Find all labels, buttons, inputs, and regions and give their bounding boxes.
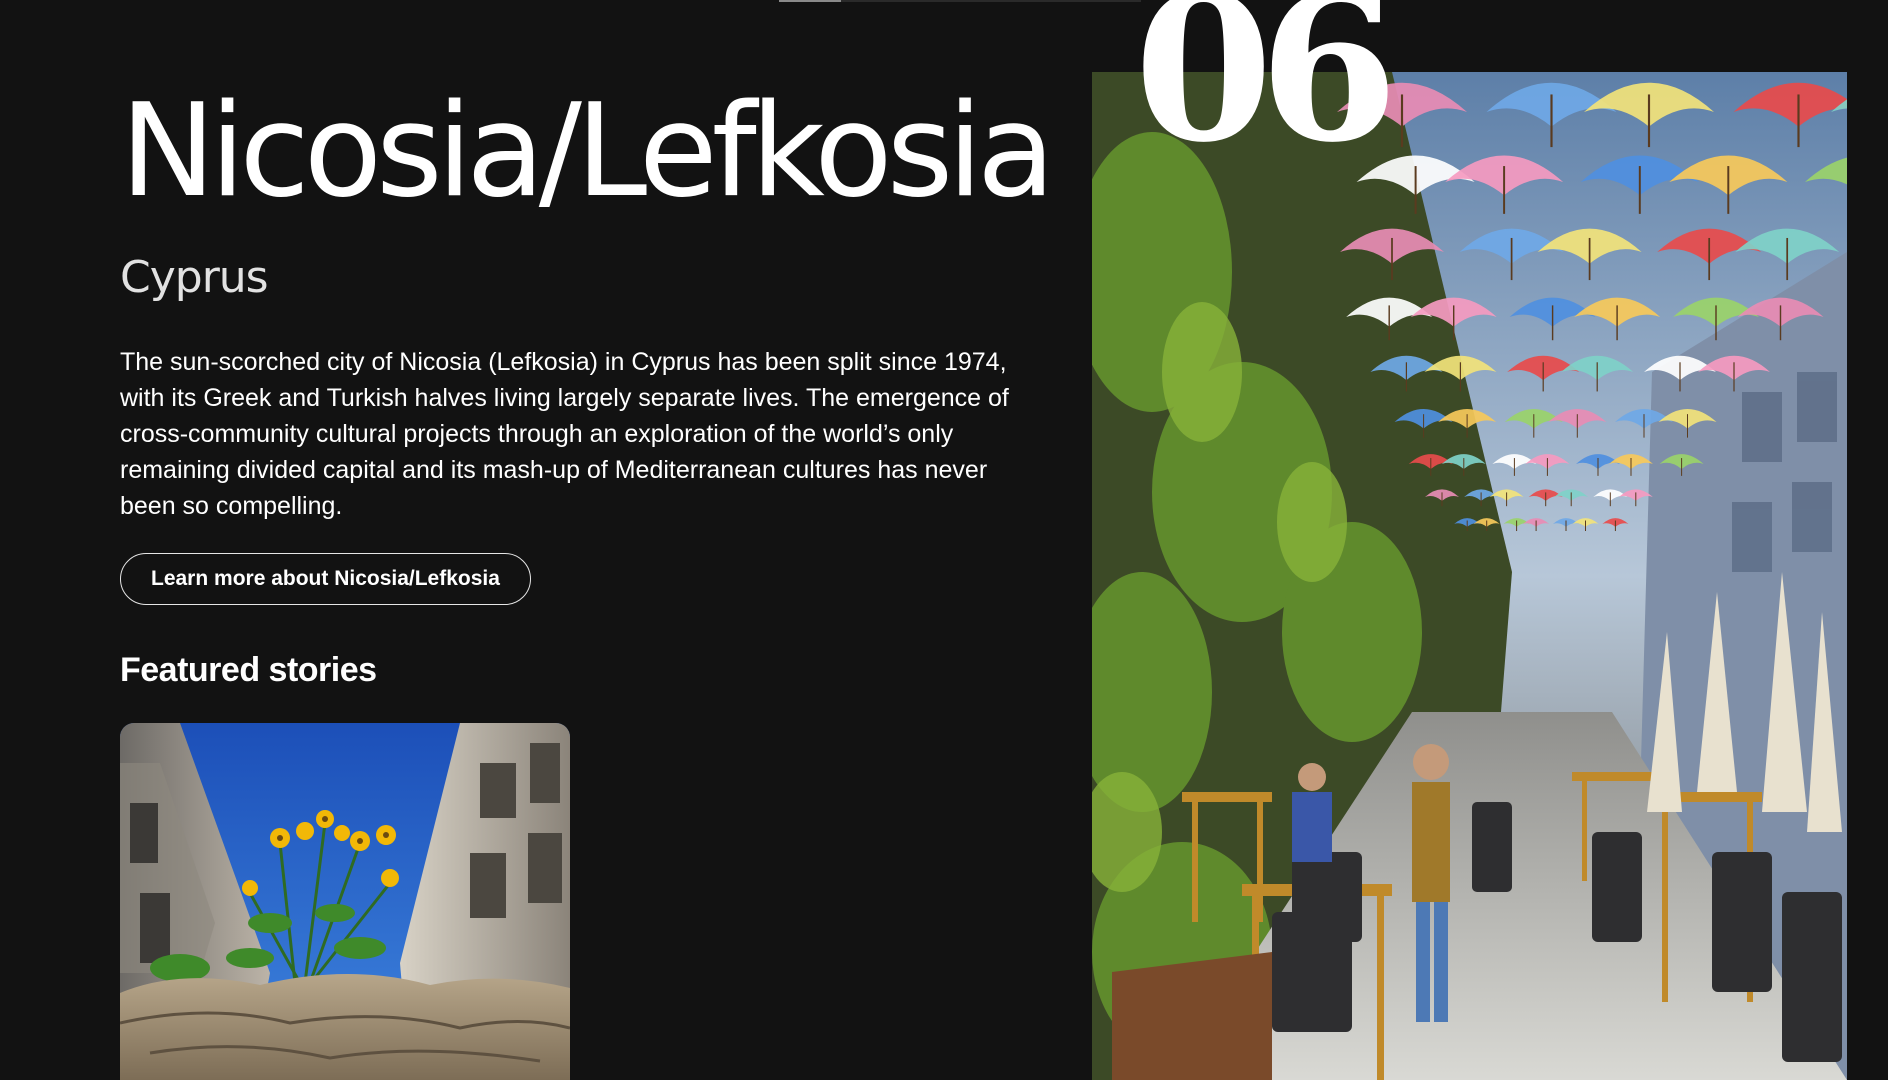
featured-stories-heading: Featured stories bbox=[120, 651, 377, 689]
destination-description: The sun-scorched city of Nicosia (Lefkos… bbox=[120, 348, 1009, 520]
destination-hero-image bbox=[1092, 72, 1847, 1080]
carousel-progress-fill bbox=[779, 0, 841, 2]
learn-more-button[interactable]: Learn more about Nicosia/Lefkosia bbox=[120, 553, 531, 605]
city-title: Nicosia/Lefkosia bbox=[120, 77, 1055, 226]
featured-story-card[interactable] bbox=[120, 723, 570, 1080]
country-subtitle: Cyprus bbox=[120, 252, 269, 303]
destination-rank-number: 06 bbox=[1134, 0, 1398, 187]
umbrella-street-photo bbox=[1092, 72, 1847, 1080]
carousel-progress-bar bbox=[779, 0, 1141, 2]
story-image-flowers-sandbags bbox=[120, 723, 570, 1080]
page: Nicosia/Lefkosia Cyprus The sun-scorched… bbox=[0, 0, 1888, 1080]
